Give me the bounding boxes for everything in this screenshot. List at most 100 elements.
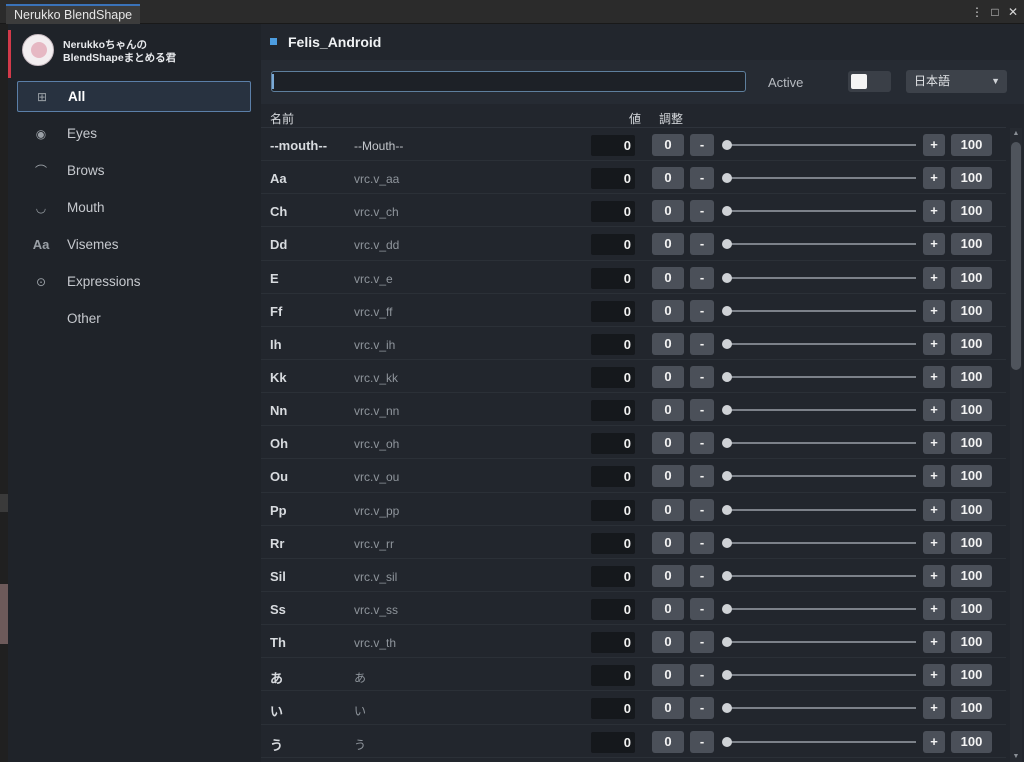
value-slider[interactable] (722, 670, 916, 681)
value-field[interactable]: 0 (591, 632, 635, 654)
slider-thumb[interactable] (722, 405, 732, 416)
set-max-button[interactable]: 100 (951, 531, 992, 554)
decrement-button[interactable]: - (690, 167, 714, 190)
set-max-button[interactable]: 100 (951, 697, 992, 720)
slider-thumb[interactable] (722, 736, 732, 747)
set-max-button[interactable]: 100 (951, 465, 992, 488)
increment-button[interactable]: + (923, 697, 945, 720)
value-field[interactable]: 0 (591, 366, 635, 388)
scroll-down-icon[interactable]: ▼ (1011, 753, 1021, 760)
set-max-button[interactable]: 100 (951, 365, 992, 388)
set-max-button[interactable]: 100 (951, 233, 992, 256)
set-max-button[interactable]: 100 (951, 332, 992, 355)
reset-zero-button[interactable]: 0 (652, 266, 684, 289)
increment-button[interactable]: + (923, 730, 945, 753)
value-field[interactable]: 0 (591, 731, 635, 753)
sidebar-item-visemes[interactable]: Aa Visemes (17, 229, 251, 260)
increment-button[interactable]: + (923, 134, 945, 156)
slider-thumb[interactable] (722, 338, 732, 349)
slider-thumb[interactable] (722, 272, 732, 283)
value-field[interactable]: 0 (591, 698, 635, 720)
value-slider[interactable] (722, 239, 916, 250)
increment-button[interactable]: + (923, 564, 945, 587)
value-field[interactable]: 0 (591, 201, 635, 223)
language-select[interactable]: 日本語 ▼ (906, 70, 1007, 93)
reset-zero-button[interactable]: 0 (652, 134, 684, 156)
slider-thumb[interactable] (722, 438, 732, 449)
decrement-button[interactable]: - (690, 365, 714, 388)
sidebar-item-all[interactable]: ⊞ All (17, 81, 251, 112)
value-slider[interactable] (722, 140, 916, 150)
slider-thumb[interactable] (722, 504, 732, 515)
reset-zero-button[interactable]: 0 (652, 498, 684, 521)
set-max-button[interactable]: 100 (951, 200, 992, 223)
value-slider[interactable] (722, 736, 916, 747)
increment-button[interactable]: + (923, 299, 945, 322)
increment-button[interactable]: + (923, 266, 945, 289)
slider-thumb[interactable] (722, 670, 732, 681)
slider-thumb[interactable] (722, 173, 732, 184)
value-field[interactable]: 0 (591, 234, 635, 256)
decrement-button[interactable]: - (690, 134, 714, 156)
reset-zero-button[interactable]: 0 (652, 399, 684, 422)
slider-thumb[interactable] (722, 206, 732, 217)
value-field[interactable]: 0 (591, 499, 635, 521)
set-max-button[interactable]: 100 (951, 498, 992, 521)
value-slider[interactable] (722, 371, 916, 382)
reset-zero-button[interactable]: 0 (652, 365, 684, 388)
decrement-button[interactable]: - (690, 531, 714, 554)
scrollbar[interactable]: ▲ ▼ (1010, 128, 1022, 762)
value-field[interactable]: 0 (591, 598, 635, 620)
decrement-button[interactable]: - (690, 233, 714, 256)
decrement-button[interactable]: - (690, 399, 714, 422)
decrement-button[interactable]: - (690, 631, 714, 654)
value-field[interactable]: 0 (591, 135, 635, 156)
value-field[interactable]: 0 (591, 267, 635, 289)
value-field[interactable]: 0 (591, 400, 635, 422)
sidebar-item-mouth[interactable]: ◡ Mouth (17, 192, 251, 223)
reset-zero-button[interactable]: 0 (652, 432, 684, 455)
value-slider[interactable] (722, 338, 916, 349)
decrement-button[interactable]: - (690, 730, 714, 753)
increment-button[interactable]: + (923, 631, 945, 654)
scroll-up-icon[interactable]: ▲ (1011, 130, 1021, 137)
slider-thumb[interactable] (722, 637, 732, 648)
reset-zero-button[interactable]: 0 (652, 200, 684, 223)
increment-button[interactable]: + (923, 465, 945, 488)
decrement-button[interactable]: - (690, 697, 714, 720)
increment-button[interactable]: + (923, 167, 945, 190)
value-field[interactable]: 0 (591, 433, 635, 455)
value-slider[interactable] (722, 603, 916, 614)
slider-thumb[interactable] (722, 140, 732, 150)
reset-zero-button[interactable]: 0 (652, 531, 684, 554)
increment-button[interactable]: + (923, 498, 945, 521)
reset-zero-button[interactable]: 0 (652, 167, 684, 190)
slider-thumb[interactable] (722, 239, 732, 250)
search-input[interactable] (271, 71, 746, 92)
slider-thumb[interactable] (722, 305, 732, 316)
set-max-button[interactable]: 100 (951, 564, 992, 587)
set-max-button[interactable]: 100 (951, 631, 992, 654)
decrement-button[interactable]: - (690, 498, 714, 521)
value-slider[interactable] (722, 305, 916, 316)
value-slider[interactable] (722, 504, 916, 515)
value-field[interactable]: 0 (591, 565, 635, 587)
reset-zero-button[interactable]: 0 (652, 597, 684, 620)
slider-thumb[interactable] (722, 371, 732, 382)
set-max-button[interactable]: 100 (951, 167, 992, 190)
value-field[interactable]: 0 (591, 300, 635, 322)
value-slider[interactable] (722, 173, 916, 184)
value-slider[interactable] (722, 272, 916, 283)
increment-button[interactable]: + (923, 332, 945, 355)
value-field[interactable]: 0 (591, 532, 635, 554)
increment-button[interactable]: + (923, 531, 945, 554)
reset-zero-button[interactable]: 0 (652, 564, 684, 587)
increment-button[interactable]: + (923, 664, 945, 687)
active-toggle[interactable] (848, 71, 891, 92)
sidebar-item-other[interactable]: Other (17, 303, 251, 334)
increment-button[interactable]: + (923, 399, 945, 422)
scrollbar-thumb[interactable] (1011, 142, 1021, 370)
increment-button[interactable]: + (923, 233, 945, 256)
reset-zero-button[interactable]: 0 (652, 233, 684, 256)
sidebar-item-brows[interactable]: ⌒ Brows (17, 155, 251, 186)
